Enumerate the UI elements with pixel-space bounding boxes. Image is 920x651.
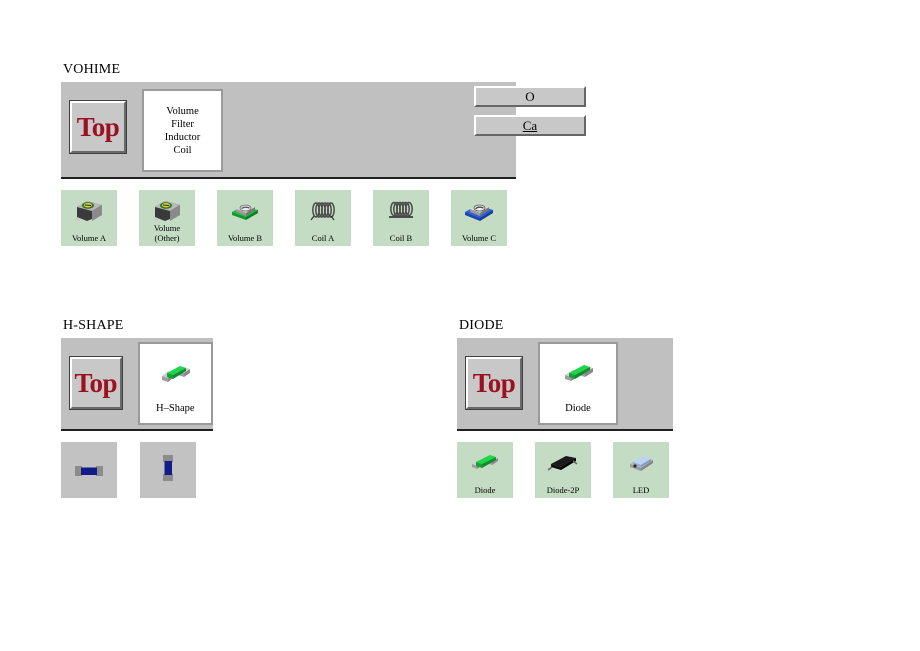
chip-green-icon [468,449,502,477]
edge-button-1-label: O [525,88,535,104]
tile-diode-2p[interactable]: Diode-2P [535,442,591,498]
tile-label: Coil B [389,232,413,243]
diode-black-2p-icon [546,449,580,477]
vohime-category-card[interactable]: Volume Filter Inductor Coil [142,89,223,172]
led-blue-icon [624,449,658,477]
vohime-card-text: Volume Filter Inductor Coil [164,105,201,156]
section-hshape: H-SHAPE Top H–Shape [61,318,291,498]
tile-label: Coil A [311,232,335,243]
tile-volume-other[interactable]: Volume (Other) [139,190,195,246]
tile-label: Volume (Other) [153,223,181,243]
top-button-vohime[interactable]: Top [70,101,126,153]
tile-h-shape-horizontal[interactable] [61,442,117,498]
top-button-hshape[interactable]: Top [70,357,122,409]
diode-card-label: Diode [565,402,591,414]
tile-label: Diode-2P [546,484,580,495]
section-title-diode: DIODE [459,318,504,333]
tile-h-shape-vertical[interactable] [140,442,196,498]
edge-button-2-label: Ca [522,117,538,133]
hshape-card-label: H–Shape [156,402,195,414]
vohime-tile-row: Volume A Volume (Other) Volume B Coil A … [61,190,521,246]
section-title-vohime: VOHIME [63,62,121,77]
tile-label: LED [632,484,650,495]
tile-diode[interactable]: Diode [457,442,513,498]
section-title-hshape: H-SHAPE [63,318,124,333]
tile-label: Volume C [461,232,497,243]
tile-volume-b[interactable]: Volume B [217,190,273,246]
coil-inductor-icon [384,197,418,225]
trimmer-pot-screw-green-icon [228,197,262,225]
section-vohime: VOHIME Top Volume Filter Inductor Coil O… [61,62,586,246]
h-shape-horizontal-icon [72,457,106,485]
hshape-toolbar-panel: Top H–Shape [61,338,213,431]
trimmer-pot-green-icon [72,197,106,225]
diode-toolbar-panel: Top Diode [457,338,673,431]
diode-category-card[interactable]: Diode [538,342,618,425]
hshape-category-card[interactable]: H–Shape [137,342,213,425]
top-button-label: Top [472,367,516,398]
vohime-edge-buttons: O Ca [474,86,586,144]
tile-label: Volume A [71,232,107,243]
edge-button-1[interactable]: O [474,86,586,107]
top-button-label: Top [76,111,120,142]
tile-volume-c[interactable]: Volume C [451,190,507,246]
tile-led[interactable]: LED [613,442,669,498]
chip-green-icon [154,360,196,393]
tile-label: Volume B [227,232,263,243]
tile-volume-a[interactable]: Volume A [61,190,117,246]
section-diode: DIODE Top Diode Diode Diode-2P LED [457,318,697,498]
top-button-diode[interactable]: Top [466,357,522,409]
diode-tile-row: Diode Diode-2P LED [457,442,697,498]
edge-button-2[interactable]: Ca [474,115,586,136]
hshape-tile-row [61,442,291,498]
trimmer-pot-blue-icon [462,197,496,225]
tile-coil-a[interactable]: Coil A [295,190,351,246]
vohime-toolbar-panel: Top Volume Filter Inductor Coil O Ca [61,82,586,179]
trimmer-pot-green-icon [150,197,184,224]
top-button-label: Top [74,367,118,398]
tile-label: Diode [474,484,496,495]
tile-coil-b[interactable]: Coil B [373,190,429,246]
coil-inductor-icon [306,197,340,225]
chip-green-icon [557,360,599,393]
h-shape-vertical-icon [151,453,185,481]
